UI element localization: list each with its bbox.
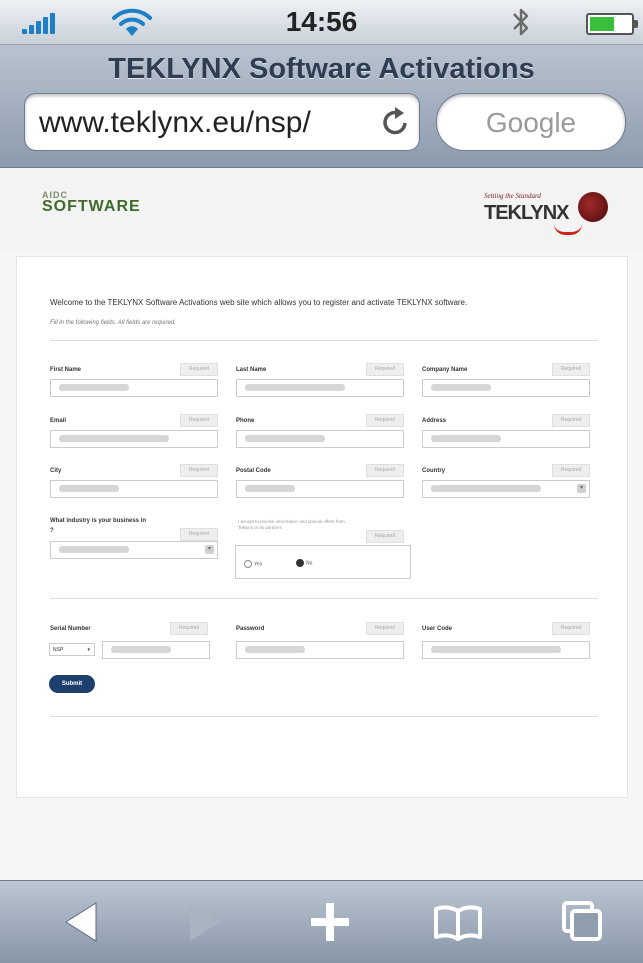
teklynx-logo[interactable]: Setting the Standard TEKLYNX <box>484 192 614 238</box>
company-name-input[interactable] <box>422 379 590 397</box>
search-placeholder: Google <box>485 107 577 138</box>
back-icon[interactable] <box>40 881 120 963</box>
search-field[interactable]: Google <box>436 93 626 151</box>
required-badge: Required <box>180 464 218 477</box>
chevron-down-icon: ▾ <box>205 545 214 554</box>
label-email: Email <box>50 418 67 424</box>
phone-input[interactable] <box>236 430 404 448</box>
label-first-name: First Name <box>50 367 82 373</box>
email-input[interactable] <box>50 430 218 448</box>
chevron-down-icon: ▾ <box>577 484 586 493</box>
required-badge: Required <box>180 363 218 376</box>
required-badge: Required <box>552 414 590 427</box>
label-password: Password <box>236 626 265 632</box>
divider <box>50 598 598 599</box>
radio-no[interactable]: No <box>296 559 312 567</box>
label-last-name: Last Name <box>236 367 267 373</box>
required-badge: Required <box>552 464 590 477</box>
radio-yes[interactable]: Yes <box>244 560 262 568</box>
required-badge: Required <box>366 530 404 543</box>
aidc-software-logo[interactable]: AIDC SOFTWARE <box>42 190 141 216</box>
browser-toolbar <box>0 880 643 963</box>
page-title: TEKLYNX Software Activations <box>108 53 535 85</box>
forward-icon[interactable] <box>164 881 244 963</box>
city-input[interactable] <box>50 480 218 498</box>
label-phone: Phone <box>236 418 255 424</box>
welcome-text: Welcome to the TEKLYNX Software Activati… <box>50 298 468 307</box>
label-company-name: Company Name <box>422 367 468 373</box>
bluetooth-icon <box>513 8 529 36</box>
first-name-input[interactable] <box>50 379 218 397</box>
battery-icon <box>586 13 638 35</box>
site-header: AIDC SOFTWARE Setting the Standard TEKLY… <box>0 168 643 250</box>
consent-options: Yes No <box>235 545 411 579</box>
submit-button[interactable]: Submit <box>49 675 95 693</box>
country-select[interactable]: ▾ <box>422 480 590 498</box>
chevron-down-icon: ▾ <box>87 647 90 653</box>
bookmarks-icon[interactable] <box>418 881 498 963</box>
label-user-code: User Code <box>422 626 453 632</box>
required-badge: Required <box>180 414 218 427</box>
user-code-input[interactable] <box>422 641 590 659</box>
status-time: 14:56 <box>285 6 358 37</box>
address-bar[interactable]: www.teklynx.eu/nsp/ <box>24 93 420 151</box>
required-badge: Required <box>366 363 404 376</box>
required-badge: Required <box>366 464 404 477</box>
label-postal-code: Postal Code <box>236 468 271 474</box>
address-bar-url[interactable]: www.teklynx.eu/nsp/ <box>39 106 311 140</box>
add-bookmark-icon[interactable] <box>290 881 370 963</box>
last-name-input[interactable] <box>236 379 404 397</box>
label-address: Address <box>422 418 447 424</box>
divider <box>50 716 598 717</box>
reload-icon[interactable] <box>381 106 411 138</box>
label-country: Country <box>422 468 445 474</box>
password-input[interactable] <box>236 641 404 659</box>
pages-icon[interactable] <box>542 881 622 963</box>
serial-prefix-select[interactable]: NSP ▾ <box>49 643 95 656</box>
instructions-text: Fill in the following fields. All fields… <box>50 320 176 326</box>
consent-text: I accept to receive information and spec… <box>238 519 345 530</box>
serial-number-input[interactable] <box>102 641 210 659</box>
required-badge: Required <box>180 528 218 541</box>
required-badge: Required <box>366 622 404 635</box>
postal-code-input[interactable] <box>236 480 404 498</box>
status-bar: 14:56 <box>0 0 643 45</box>
label-city: City <box>50 468 62 474</box>
label-industry: What industry is your business in ? <box>50 518 147 534</box>
industry-select[interactable]: ▾ <box>50 541 218 559</box>
required-badge: Required <box>552 622 590 635</box>
required-badge: Required <box>366 414 404 427</box>
required-badge: Required <box>552 363 590 376</box>
label-serial-number: Serial Number <box>50 626 91 632</box>
divider <box>50 340 598 341</box>
browser-chrome: TEKLYNX Software Activations www.teklynx… <box>0 45 643 168</box>
address-input[interactable] <box>422 430 590 448</box>
required-badge: Required <box>170 622 208 635</box>
